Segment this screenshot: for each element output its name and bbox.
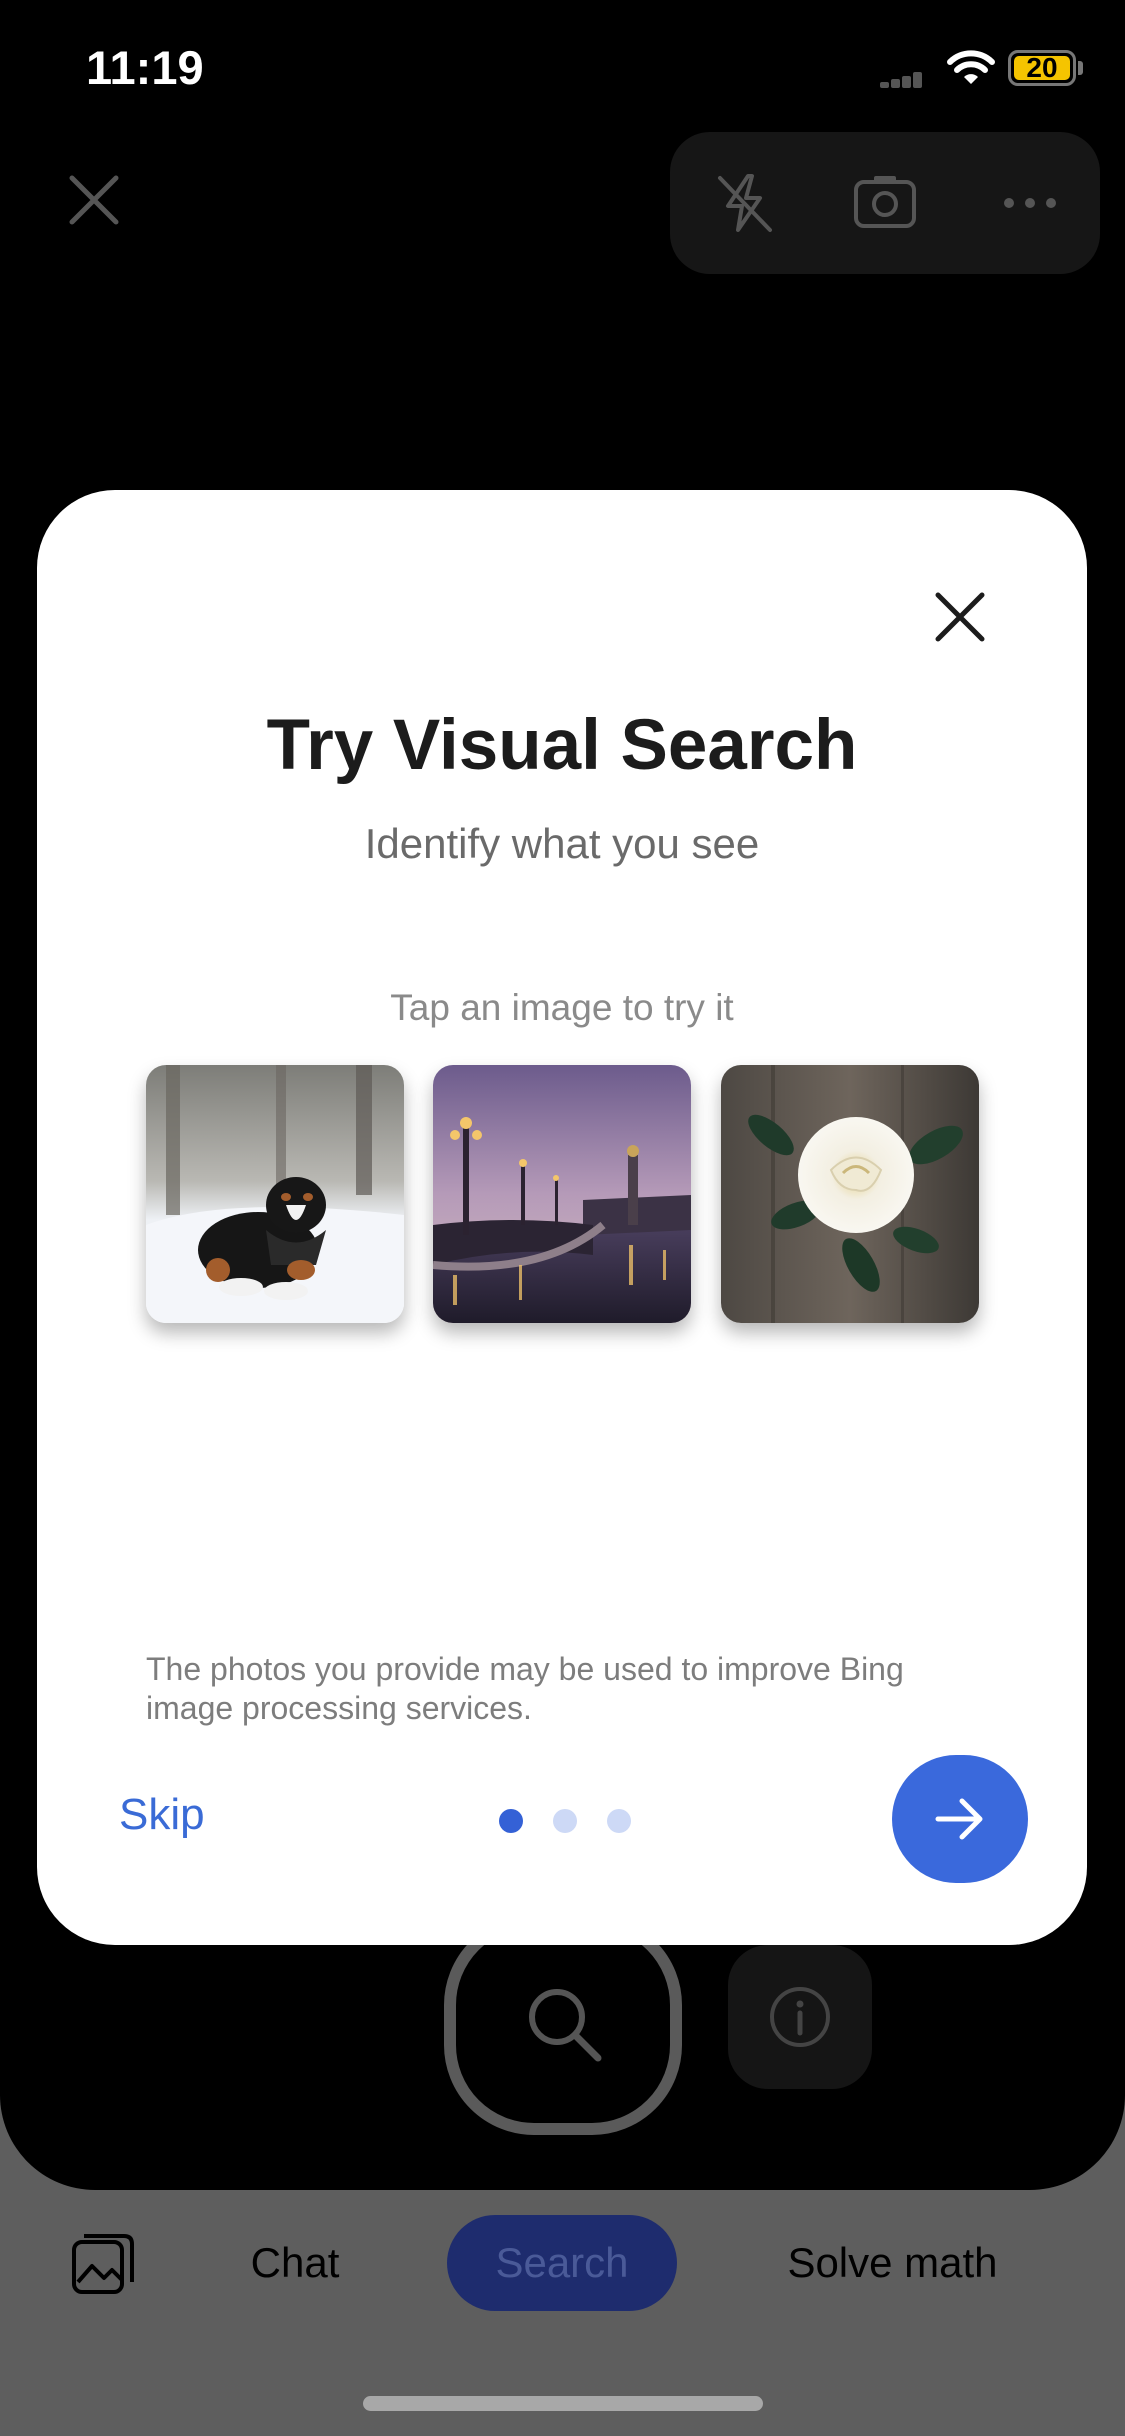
close-icon[interactable] (930, 587, 990, 647)
dialog-subtitle: Identify what you see (364, 820, 760, 867)
tap-hint: Tap an image to try it (390, 987, 734, 1028)
next-button[interactable] (892, 1755, 1028, 1883)
info-icon (770, 1987, 830, 2047)
info-button[interactable] (728, 1945, 872, 2089)
visual-search-intro-dialog: Try Visual Search Identify what you see … (37, 490, 1087, 1945)
skip-button[interactable]: Skip (119, 1790, 205, 1840)
page-dot-2 (553, 1809, 577, 1833)
flash-off-icon[interactable] (710, 168, 780, 238)
status-bar: 11:19 20 (0, 0, 1125, 140)
page-dot-1 (499, 1809, 523, 1833)
home-indicator[interactable] (363, 2396, 763, 2411)
page-indicator (499, 1809, 639, 1835)
gallery-icon[interactable] (70, 2230, 136, 2296)
battery-level: 20 (1014, 54, 1070, 82)
status-time: 11:19 (86, 41, 204, 94)
dialog-title: Try Visual Search (266, 706, 858, 785)
more-icon[interactable] (995, 168, 1065, 238)
search-shutter-button[interactable] (444, 1915, 682, 2135)
tab-chat[interactable]: Chat (230, 2215, 360, 2311)
page-dot-3 (607, 1809, 631, 1833)
switch-camera-icon[interactable] (850, 168, 920, 238)
bridge-at-dusk-image[interactable] (433, 1065, 691, 1323)
wifi-icon (947, 50, 995, 84)
battery-icon: 20 (1008, 50, 1076, 86)
close-icon[interactable] (64, 170, 124, 230)
privacy-disclaimer: The photos you provide may be used to im… (146, 1651, 904, 1726)
tab-search[interactable]: Search (447, 2215, 677, 2311)
dog-in-snow-image[interactable] (146, 1065, 404, 1323)
tab-solve-math[interactable]: Solve math (770, 2215, 1015, 2311)
battery-cap (1078, 61, 1083, 75)
camera-toolbar (670, 132, 1100, 274)
white-rose-image[interactable] (721, 1065, 979, 1323)
arrow-right-icon (935, 1798, 983, 1840)
cellular-signal-icon (880, 72, 922, 88)
search-icon (529, 1989, 602, 2062)
